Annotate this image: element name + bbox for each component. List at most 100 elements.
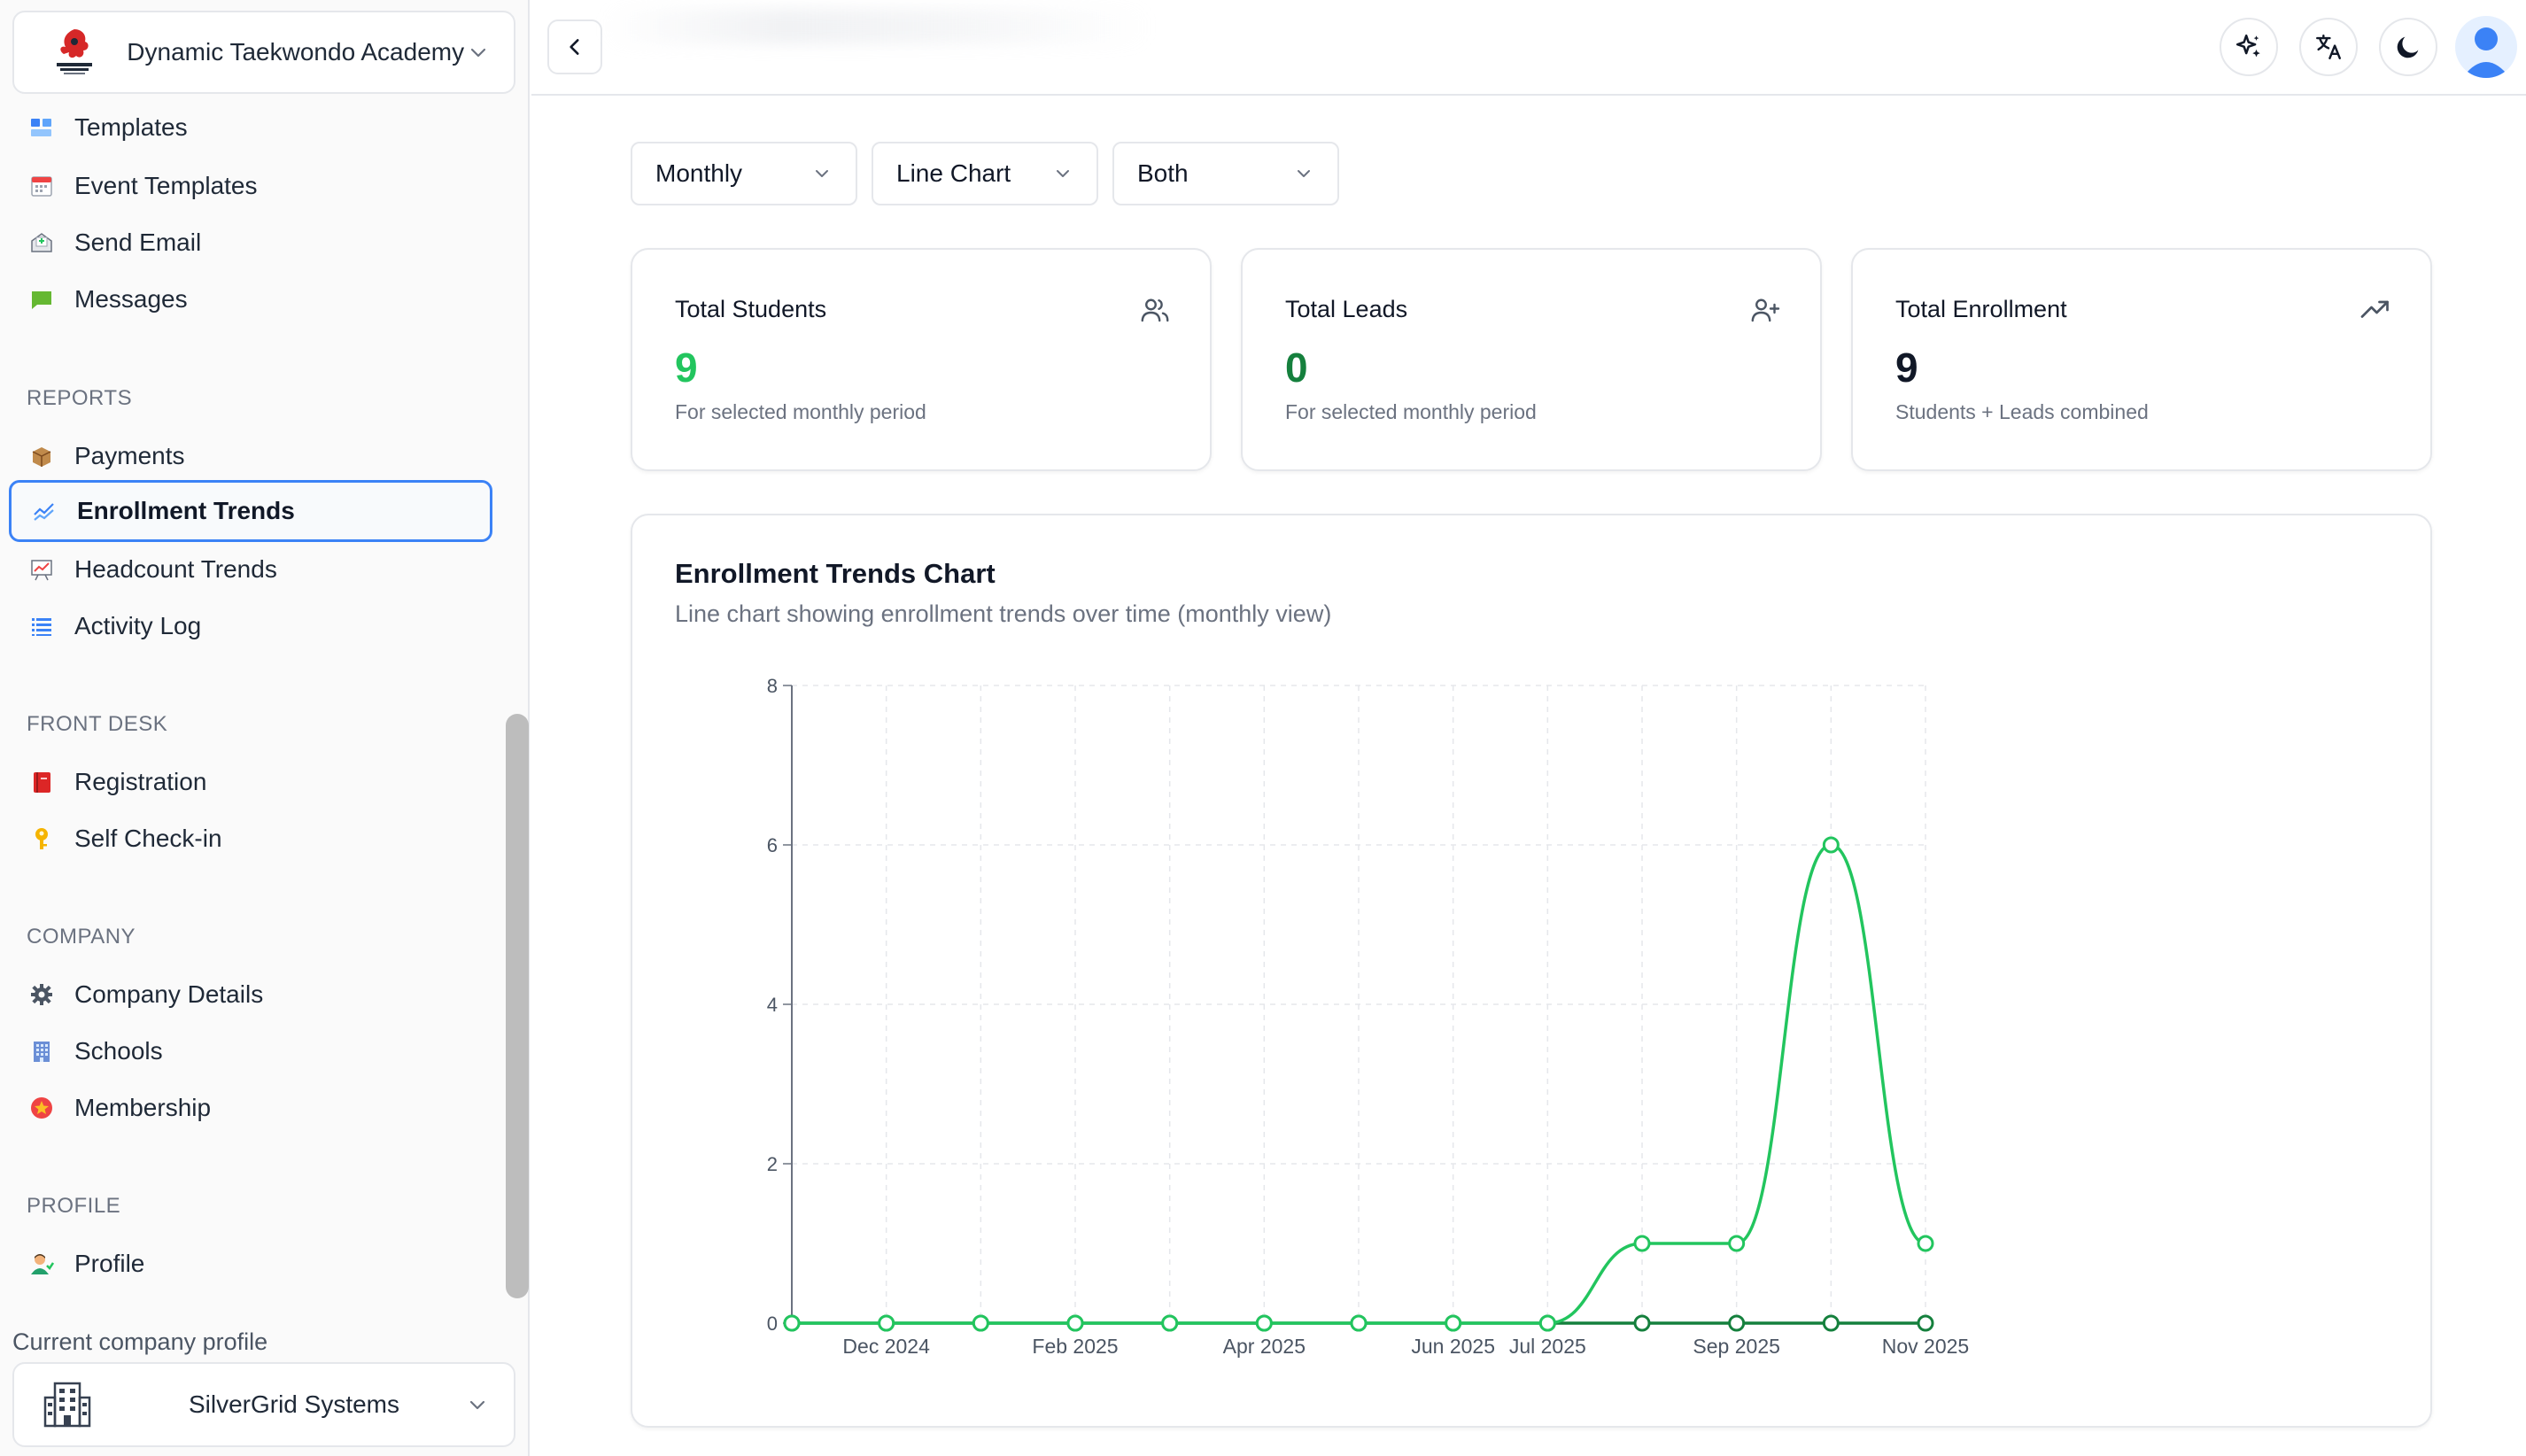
calendar-icon bbox=[27, 171, 57, 201]
x-tick-label: Jul 2025 bbox=[1509, 1335, 1586, 1358]
x-tick-label: Dec 2024 bbox=[842, 1335, 930, 1358]
data-point bbox=[1917, 1314, 1934, 1332]
ai-assistant-button[interactable] bbox=[2220, 18, 2278, 76]
sidebar-item-self-check-in[interactable]: Self Check-in bbox=[9, 810, 492, 867]
person-icon bbox=[27, 1249, 57, 1279]
sidebar-item-schools[interactable]: Schools bbox=[9, 1023, 492, 1080]
sidebar-item-payments[interactable]: Payments bbox=[9, 428, 492, 484]
stat-title: Total Leads bbox=[1285, 296, 1408, 322]
stat-card-total-enrollment: Total Enrollment 9 Students + Leads comb… bbox=[1851, 248, 2432, 471]
sidebar-item-enrollment-trends[interactable]: Enrollment Trends bbox=[9, 480, 492, 542]
templates-icon bbox=[27, 115, 57, 143]
gear-icon bbox=[27, 980, 57, 1010]
sidebar-item-label: Activity Log bbox=[74, 612, 202, 639]
sidebar-nav: Templates Event Templates Send Email Mes… bbox=[0, 115, 505, 1293]
sidebar-item-label: Messages bbox=[74, 285, 188, 313]
stat-subtitle: For selected monthly period bbox=[1285, 400, 1537, 423]
stat-card-total-students: Total Students 9 For selected monthly pe… bbox=[631, 248, 1212, 471]
package-icon bbox=[27, 441, 57, 471]
company-name: SilverGrid Systems bbox=[188, 1390, 400, 1418]
data-point bbox=[1822, 1314, 1840, 1332]
blurred-breadcrumb bbox=[602, 9, 1151, 44]
book-icon bbox=[27, 767, 57, 797]
trend-chart-icon bbox=[29, 496, 59, 526]
data-point bbox=[1917, 1235, 1934, 1252]
collapse-sidebar-button[interactable] bbox=[547, 19, 602, 74]
data-point bbox=[1728, 1314, 1746, 1332]
data-point bbox=[1066, 1314, 1084, 1332]
dark-mode-toggle[interactable] bbox=[2379, 18, 2437, 76]
source-select[interactable]: Both bbox=[1112, 142, 1339, 205]
chevron-down-icon bbox=[1057, 170, 1069, 177]
y-tick-label: 4 bbox=[767, 994, 778, 1016]
y-tick-label: 0 bbox=[767, 1313, 778, 1335]
sidebar-item-event-templates[interactable]: Event Templates bbox=[9, 158, 492, 214]
sidebar-item-label: Registration bbox=[74, 768, 207, 795]
x-tick-label: Nov 2025 bbox=[1882, 1335, 1969, 1358]
data-point bbox=[1445, 1314, 1462, 1332]
x-tick-label: Feb 2025 bbox=[1032, 1335, 1118, 1358]
sidebar-item-templates[interactable]: Templates bbox=[9, 115, 492, 156]
chevron-down-icon bbox=[464, 37, 492, 67]
section-heading-profile: PROFILE bbox=[27, 1194, 121, 1218]
stat-value: 0 bbox=[1285, 345, 1308, 391]
stat-value: 9 bbox=[675, 345, 698, 391]
sidebar-item-label: Send Email bbox=[74, 228, 202, 256]
x-tick-label: Sep 2025 bbox=[1693, 1335, 1779, 1358]
data-point bbox=[1728, 1235, 1746, 1252]
sidebar-item-membership[interactable]: Membership bbox=[9, 1080, 492, 1136]
translate-icon bbox=[2316, 35, 2341, 59]
organization-name: Dynamic Taekwondo Academy bbox=[127, 38, 465, 66]
sidebar-item-registration[interactable]: Registration bbox=[9, 754, 492, 810]
enrollment-trends-chart-card: Enrollment Trends Chart Line chart showi… bbox=[631, 514, 2432, 1428]
moon-icon bbox=[2397, 36, 2419, 58]
period-select[interactable]: Monthly bbox=[631, 142, 857, 205]
y-tick-label: 2 bbox=[767, 1153, 778, 1175]
enrollment-line-chart: 0 2 4 6 8 Dec 2024 Feb 2025 Apr 2025 Jun 2025 Jul… bbox=[767, 675, 1969, 1358]
sidebar-scrollbar-thumb[interactable] bbox=[506, 714, 529, 1298]
section-heading-front-desk: FRONT DESK bbox=[27, 712, 168, 736]
sidebar-item-company-details[interactable]: Company Details bbox=[9, 966, 492, 1023]
message-icon bbox=[27, 284, 57, 314]
x-tick-label: Jun 2025 bbox=[1411, 1335, 1495, 1358]
sidebar-item-label: Templates bbox=[74, 115, 188, 141]
chart-type-select-value: Line Chart bbox=[896, 159, 1011, 187]
sidebar-item-messages[interactable]: Messages bbox=[9, 271, 492, 328]
chart-board-icon bbox=[27, 554, 57, 585]
sidebar-item-label: Profile bbox=[74, 1250, 145, 1277]
sidebar-item-profile[interactable]: Profile bbox=[9, 1235, 492, 1292]
data-point bbox=[1350, 1314, 1368, 1332]
data-point bbox=[1822, 836, 1840, 854]
section-heading-reports: REPORTS bbox=[27, 386, 133, 410]
email-icon bbox=[27, 228, 57, 258]
x-tick-label: Apr 2025 bbox=[1223, 1335, 1306, 1358]
stat-subtitle: For selected monthly period bbox=[675, 400, 926, 423]
section-heading-company: COMPANY bbox=[27, 925, 136, 949]
sidebar-item-label: Schools bbox=[74, 1037, 163, 1065]
y-tick-label: 8 bbox=[767, 675, 778, 697]
language-button[interactable] bbox=[2299, 18, 2358, 76]
sidebar-item-label: Payments bbox=[74, 442, 185, 469]
building-icon bbox=[27, 1036, 57, 1066]
star-badge-icon bbox=[27, 1093, 57, 1123]
sidebar-item-send-email[interactable]: Send Email bbox=[9, 214, 492, 271]
company-profile-selector[interactable]: SilverGrid Systems bbox=[12, 1362, 515, 1447]
stat-title: Total Enrollment bbox=[1895, 296, 2067, 322]
data-point bbox=[1255, 1314, 1273, 1332]
data-point bbox=[1161, 1314, 1179, 1332]
stat-value: 9 bbox=[1895, 345, 1918, 391]
data-point bbox=[1633, 1235, 1651, 1252]
data-point bbox=[972, 1314, 989, 1332]
organization-selector[interactable]: Dynamic Taekwondo Academy bbox=[12, 11, 515, 94]
chevron-left-icon bbox=[570, 39, 579, 55]
sidebar-item-activity-log[interactable]: Activity Log bbox=[9, 598, 492, 654]
sidebar-item-label: Company Details bbox=[74, 980, 264, 1008]
sidebar-item-headcount-trends[interactable]: Headcount Trends bbox=[9, 541, 492, 598]
chart-type-select[interactable]: Line Chart bbox=[872, 142, 1098, 205]
y-tick-label: 6 bbox=[767, 834, 778, 856]
source-select-value: Both bbox=[1137, 159, 1189, 187]
data-point bbox=[1538, 1314, 1556, 1332]
key-icon bbox=[27, 824, 57, 854]
data-point bbox=[783, 1314, 801, 1332]
user-avatar[interactable] bbox=[2455, 16, 2517, 78]
